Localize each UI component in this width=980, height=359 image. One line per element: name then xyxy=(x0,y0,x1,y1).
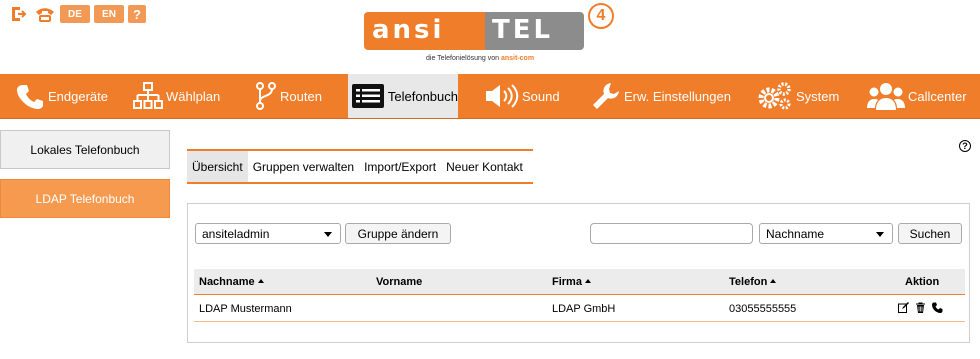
sort-asc-icon xyxy=(257,279,264,283)
table-row: LDAP Mustermann LDAP GmbH 03055555555 xyxy=(194,295,965,322)
change-group-button[interactable]: Gruppe ändern xyxy=(345,223,451,244)
nav-item-callcenter[interactable]: Callcenter xyxy=(866,74,967,118)
search-field-select[interactable]: Nachname xyxy=(759,223,893,244)
nav-item-telefonbuch[interactable]: Telefonbuch xyxy=(348,74,458,118)
cell-firma: LDAP GmbH xyxy=(552,303,616,315)
chevron-down-icon xyxy=(876,232,884,237)
nav-item-sound[interactable]: Sound xyxy=(484,74,560,118)
logo-tagline: die Telefonielösung von ansit-com xyxy=(426,55,534,62)
chevron-down-icon xyxy=(324,232,332,237)
nav-label: Wählplan xyxy=(166,88,221,104)
col-header-firma[interactable]: Firma xyxy=(552,276,591,288)
users-icon xyxy=(866,80,906,112)
search-input[interactable] xyxy=(590,223,753,244)
col-header-nachname[interactable]: Nachname xyxy=(199,276,264,288)
search-button[interactable]: Suchen xyxy=(898,223,962,244)
phone-icon[interactable] xyxy=(34,5,56,23)
edit-icon[interactable] xyxy=(898,302,909,313)
nav-label: System xyxy=(796,88,840,104)
col-header-label: Firma xyxy=(552,276,582,288)
nav-label: Routen xyxy=(280,88,322,104)
help-icon: ? xyxy=(133,6,141,22)
help-icon[interactable]: ? xyxy=(959,140,971,152)
nav-item-system[interactable]: System xyxy=(756,74,839,118)
cell-nachname: LDAP Mustermann xyxy=(199,303,292,315)
sidebar-item-label: LDAP Telefonbuch xyxy=(35,191,135,206)
route-icon xyxy=(254,80,278,112)
tab-bar: Übersicht Gruppen verwalten Import/Expor… xyxy=(187,149,533,184)
group-select-value: ansiteladmin xyxy=(202,226,270,241)
sort-asc-icon xyxy=(584,279,591,283)
speaker-icon xyxy=(484,80,520,112)
change-group-label: Gruppe ändern xyxy=(357,226,439,241)
list-icon xyxy=(351,80,386,112)
help-button[interactable]: ? xyxy=(128,5,146,23)
nav-item-routen[interactable]: Routen xyxy=(254,74,322,118)
sort-asc-icon xyxy=(770,279,777,283)
col-header-label: Vorname xyxy=(376,276,423,288)
nav-label: Erw. Einstellungen xyxy=(624,88,731,104)
logo-text-left: ansi xyxy=(372,15,445,45)
sitemap-icon xyxy=(132,80,164,112)
nav-label: Telefonbuch xyxy=(387,88,458,104)
gears-icon xyxy=(756,80,794,112)
col-header-label: Aktion xyxy=(905,276,940,288)
cell-telefon: 03055555555 xyxy=(729,303,797,315)
logo-text-right: TEL xyxy=(492,15,554,45)
ansitel-logo: ansi TEL 4 die Telefonielösung von ansit… xyxy=(364,3,624,72)
tab-label: Neuer Kontakt xyxy=(446,159,523,174)
sidebar-item-lokales-telefonbuch[interactable]: Lokales Telefonbuch xyxy=(0,130,170,169)
row-actions xyxy=(898,302,943,313)
sidebar-item-ldap-telefonbuch[interactable]: LDAP Telefonbuch xyxy=(0,179,170,218)
col-header-telefon[interactable]: Telefon xyxy=(729,276,777,288)
lang-en-button[interactable]: EN xyxy=(94,5,124,23)
tab-uebersicht[interactable]: Übersicht xyxy=(187,151,248,182)
lang-de-button[interactable]: DE xyxy=(60,5,90,23)
trash-icon[interactable] xyxy=(915,302,926,313)
tab-label: Import/Export xyxy=(364,159,437,174)
nav-item-waehlplan[interactable]: Wählplan xyxy=(132,74,220,118)
col-header-label: Telefon xyxy=(729,276,768,288)
tab-label: Übersicht xyxy=(192,159,243,174)
nav-label: Endgeräte xyxy=(48,88,108,104)
tab-neuer-kontakt[interactable]: Neuer Kontakt xyxy=(441,151,528,182)
logo-version: 4 xyxy=(588,3,614,29)
logo-tagline-brand: ansit-com xyxy=(501,55,535,62)
phonebook-panel: ansiteladmin Gruppe ändern Nachname Such… xyxy=(187,203,970,343)
group-select[interactable]: ansiteladmin xyxy=(195,223,341,244)
col-header-aktion: Aktion xyxy=(905,276,939,288)
logout-icon[interactable] xyxy=(8,5,30,23)
search-button-label: Suchen xyxy=(909,226,951,241)
search-field-select-value: Nachname xyxy=(766,226,825,241)
logo-tagline-prefix: die Telefonielösung von xyxy=(426,55,500,62)
phone-icon xyxy=(14,80,46,112)
sidebar-item-label: Lokales Telefonbuch xyxy=(30,142,140,157)
wrench-icon xyxy=(590,80,622,112)
call-icon[interactable] xyxy=(932,302,943,313)
main-nav: Endgeräte Wählplan Routen Telefonbuch So… xyxy=(0,74,980,119)
lang-de-label: DE xyxy=(68,8,82,20)
tab-gruppen-verwalten[interactable]: Gruppen verwalten xyxy=(248,151,359,182)
nav-item-erw-einstellungen[interactable]: Erw. Einstellungen xyxy=(590,74,731,118)
col-header-vorname[interactable]: Vorname xyxy=(376,276,422,288)
lang-en-label: EN xyxy=(102,8,116,20)
tab-label: Gruppen verwalten xyxy=(252,159,355,174)
top-icon-bar: DE EN ? xyxy=(8,5,146,23)
tab-import-export[interactable]: Import/Export xyxy=(359,151,441,182)
nav-item-endgeraete[interactable]: Endgeräte xyxy=(14,74,108,118)
nav-label: Callcenter xyxy=(908,88,967,104)
nav-label: Sound xyxy=(522,88,560,104)
col-header-label: Nachname xyxy=(199,276,255,288)
table-header: Nachname Vorname Firma Telefon Aktion xyxy=(194,269,965,295)
